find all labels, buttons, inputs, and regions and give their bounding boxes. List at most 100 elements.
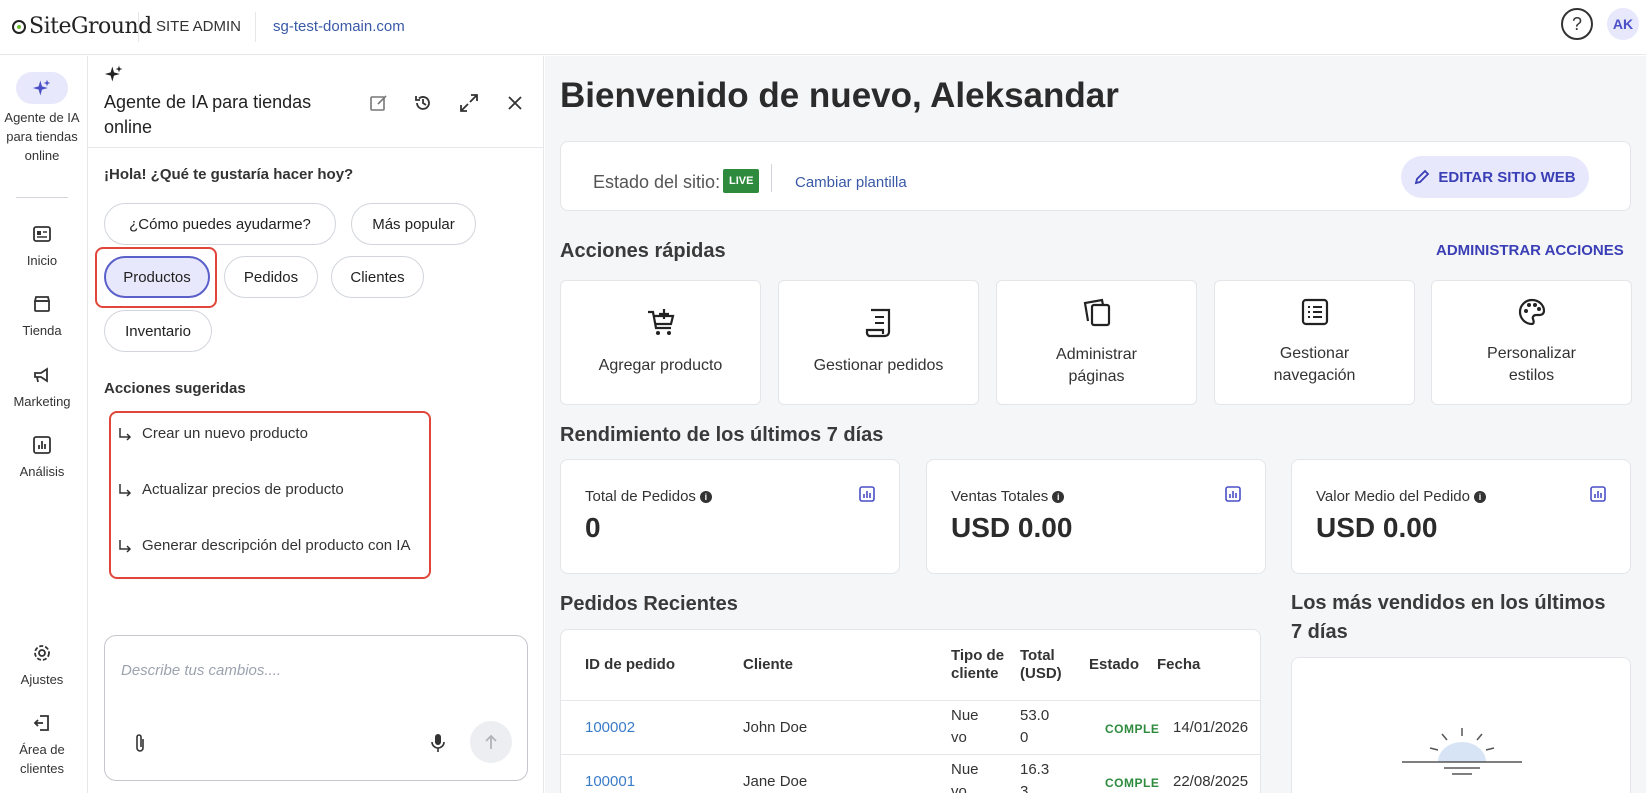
divider xyxy=(138,12,139,42)
attach-button[interactable] xyxy=(133,733,147,758)
store-icon xyxy=(31,293,53,315)
sparkle-icon xyxy=(104,64,124,89)
chip-clients[interactable]: Clientes xyxy=(331,256,424,298)
arrow-return-icon xyxy=(119,427,132,441)
stat-label: Total de Pedidos i xyxy=(585,488,712,505)
recent-orders-table: ID de pedido Cliente Tipo de cliente Tot… xyxy=(560,629,1261,793)
chart-icon[interactable] xyxy=(1590,486,1606,507)
nav-label: Inicio xyxy=(26,253,58,268)
dashboard-icon xyxy=(31,223,53,245)
history-button[interactable] xyxy=(410,90,436,116)
logo-mark-icon xyxy=(12,19,26,34)
ai-agent-panel: Agente de IA para tiendas online ¡Hola! … xyxy=(88,56,544,793)
logo-text: SiteGround xyxy=(29,14,152,39)
chip-products[interactable]: Productos xyxy=(104,256,210,298)
avatar[interactable]: AK xyxy=(1607,8,1639,40)
composer-input[interactable]: Describe tus cambios.... xyxy=(121,662,281,679)
composer-box[interactable]: Describe tus cambios.... xyxy=(104,635,528,781)
nav-label: Tienda xyxy=(22,323,62,338)
cell-client: John Doe xyxy=(743,719,808,736)
column-header: Fecha xyxy=(1157,656,1201,673)
mic-button[interactable] xyxy=(431,733,445,758)
quick-action-manage-orders[interactable]: Gestionar pedidos xyxy=(778,280,979,405)
change-template-link[interactable]: Cambiar plantilla xyxy=(795,174,907,191)
send-button[interactable] xyxy=(470,721,512,763)
suggestion-label: Generar descripción del producto con IA xyxy=(142,537,411,554)
status-badge: COMPLE xyxy=(1105,776,1160,790)
nav-item-inicio[interactable]: Inicio xyxy=(0,223,84,270)
add-cart-icon xyxy=(646,308,676,345)
arrow-up-icon xyxy=(485,734,497,749)
nav-item-tienda[interactable]: Tienda xyxy=(0,293,84,340)
best-sellers-title: Los más vendidos en los últimos 7 días xyxy=(1291,592,1606,643)
quick-action-label: Gestionar navegación xyxy=(1273,345,1356,384)
site-status-card: Estado del sitio: LIVE Cambiar plantilla… xyxy=(560,141,1631,211)
new-chat-button[interactable] xyxy=(366,90,392,116)
pencil-icon xyxy=(1415,169,1430,185)
manage-actions-link[interactable]: ADMINISTRAR ACCIONES xyxy=(1436,242,1624,259)
domain-link[interactable]: sg-test-domain.com xyxy=(273,18,405,35)
sparkle-icon xyxy=(16,72,68,104)
nav-item-ai-agent[interactable]: Agente de IA para tiendas online xyxy=(0,72,84,165)
chip-most-popular[interactable]: Más popular xyxy=(351,203,476,245)
cell-type: Nue vo xyxy=(951,761,979,793)
info-icon: i xyxy=(1052,490,1065,503)
quick-action-customize-styles[interactable]: Personalizar estilos xyxy=(1431,280,1632,405)
quick-action-manage-pages[interactable]: Administrar páginas xyxy=(996,280,1197,405)
suggestion-item[interactable]: Crear un nuevo producto xyxy=(118,425,308,442)
nav-label: Análisis xyxy=(19,464,65,479)
chip-orders[interactable]: Pedidos xyxy=(224,256,318,298)
help-icon: ? xyxy=(1571,13,1582,34)
stat-label: Ventas Totales i xyxy=(951,488,1065,505)
chart-icon[interactable] xyxy=(1225,486,1241,507)
arrow-return-icon xyxy=(119,539,132,553)
column-header: Total (USD) xyxy=(1020,647,1062,682)
edit-site-button[interactable]: EDITAR SITIO WEB xyxy=(1401,156,1589,198)
recent-orders-title: Pedidos Recientes xyxy=(560,593,738,615)
close-button[interactable] xyxy=(502,90,528,116)
history-icon xyxy=(415,96,430,110)
cell-date: 14/01/2026 xyxy=(1173,719,1249,736)
top-bar: SiteGround SITE ADMIN sg-test-domain.com… xyxy=(0,0,1646,55)
column-header: Cliente xyxy=(743,656,794,673)
site-admin-label: SITE ADMIN xyxy=(156,18,242,35)
stat-value: USD 0.00 xyxy=(1316,512,1438,543)
expand-button[interactable] xyxy=(456,90,482,116)
nav-item-analisis[interactable]: Análisis xyxy=(0,434,84,481)
suggested-actions-title: Acciones sugeridas xyxy=(104,380,246,397)
microphone-icon xyxy=(431,734,445,752)
divider xyxy=(771,164,772,192)
expand-icon xyxy=(460,94,478,112)
status-badge: COMPLE xyxy=(1105,722,1160,736)
palette-icon xyxy=(1518,298,1546,333)
info-icon: i xyxy=(1473,490,1486,503)
suggestion-item[interactable]: Generar descripción del producto con IA xyxy=(118,537,410,554)
megaphone-icon xyxy=(31,364,53,386)
quick-action-add-product[interactable]: Agregar producto xyxy=(560,280,761,405)
nav-item-ajustes[interactable]: Ajustes xyxy=(0,642,84,689)
pages-icon xyxy=(1082,297,1112,334)
page-title: Bienvenido de nuevo, Aleksandar xyxy=(560,76,1119,115)
nav-item-marketing[interactable]: Marketing xyxy=(0,364,84,411)
cell-client: Jane Doe xyxy=(743,773,808,790)
order-id-link[interactable]: 100001 xyxy=(585,771,635,793)
help-button[interactable]: ? xyxy=(1561,8,1593,40)
suggestion-item[interactable]: Actualizar precios de producto xyxy=(118,481,344,498)
cell-total: 16.3 3 xyxy=(1020,761,1050,793)
divider xyxy=(88,147,544,148)
chip-inventory[interactable]: Inventario xyxy=(104,310,212,352)
chart-icon[interactable] xyxy=(859,486,875,507)
siteground-logo[interactable]: SiteGround xyxy=(12,14,152,39)
chip-how-help[interactable]: ¿Cómo puedes ayudarme? xyxy=(104,203,336,245)
stat-value: USD 0.00 xyxy=(951,512,1073,543)
quick-action-manage-navigation[interactable]: Gestionar navegación xyxy=(1214,280,1415,405)
info-icon: i xyxy=(699,490,712,503)
nav-label: Marketing xyxy=(13,394,71,409)
ai-panel-title: Agente de IA para tiendas online xyxy=(104,92,312,137)
gear-icon xyxy=(31,642,53,664)
row-divider xyxy=(561,754,1260,755)
arrow-return-icon xyxy=(119,483,132,497)
stat-card-total-sales: Ventas Totales i USD 0.00 xyxy=(926,459,1266,574)
nav-item-area-clientes[interactable]: Área de clientes xyxy=(0,712,84,778)
order-id-link[interactable]: 100002 xyxy=(585,717,635,739)
